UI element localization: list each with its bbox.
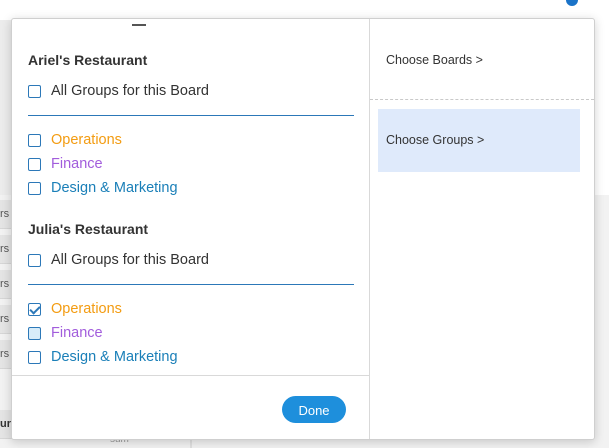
group-option-operations[interactable]: Operations [28, 300, 122, 318]
all-groups-option[interactable]: All Groups for this Board [28, 251, 209, 269]
scrolled-content-fragment [132, 19, 146, 26]
group-label: Design & Marketing [51, 349, 178, 365]
row-fragment-text: rs [0, 243, 10, 255]
all-groups-label: All Groups for this Board [51, 83, 209, 99]
all-groups-checkbox[interactable] [28, 253, 41, 267]
group-divider [28, 284, 354, 285]
group-selector-popover: Ariel's Restaurant All Groups for this B… [11, 18, 595, 440]
all-groups-checkbox[interactable] [28, 84, 41, 98]
board-title: Ariel's Restaurant [28, 52, 148, 68]
row-fragment-text: rs [0, 313, 10, 325]
popover-footer: Done [12, 375, 369, 440]
group-label: Operations [51, 132, 122, 148]
group-checkbox[interactable] [28, 181, 41, 195]
group-option-design-marketing[interactable]: Design & Marketing [28, 348, 178, 366]
group-option-finance[interactable]: Finance [28, 155, 103, 173]
group-checkbox[interactable] [28, 350, 41, 364]
groups-pane: Ariel's Restaurant All Groups for this B… [12, 19, 369, 439]
group-checkbox[interactable] [28, 133, 41, 147]
done-button[interactable]: Done [282, 396, 346, 423]
row-fragment-text: ur [0, 418, 11, 430]
choose-groups-link[interactable]: Choose Groups > [386, 133, 484, 147]
group-label: Finance [51, 156, 103, 172]
navigation-pane: Choose Boards > Choose Groups > [370, 19, 594, 439]
nav-divider [370, 99, 594, 100]
group-checkbox[interactable] [28, 157, 41, 171]
groups-scroll-area[interactable]: Ariel's Restaurant All Groups for this B… [12, 19, 369, 375]
group-label: Operations [51, 301, 122, 317]
page-header-strip [0, 0, 609, 20]
row-fragment-text: rs [0, 278, 10, 290]
group-option-finance[interactable]: Finance [28, 324, 103, 342]
group-checkbox[interactable] [28, 326, 41, 340]
group-checkbox-checked[interactable] [28, 302, 41, 316]
board-title: Julia's Restaurant [28, 221, 149, 237]
group-option-design-marketing[interactable]: Design & Marketing [28, 179, 178, 197]
row-fragment-text: rs [0, 348, 10, 360]
group-option-operations[interactable]: Operations [28, 131, 122, 149]
row-fragment-text: rs [0, 208, 10, 220]
group-label: Finance [51, 325, 103, 341]
group-label: Design & Marketing [51, 180, 178, 196]
all-groups-label: All Groups for this Board [51, 252, 209, 268]
choose-groups-item[interactable]: Choose Groups > [378, 109, 580, 172]
all-groups-option[interactable]: All Groups for this Board [28, 82, 209, 100]
group-divider [28, 115, 354, 116]
choose-boards-link[interactable]: Choose Boards > [386, 53, 483, 67]
